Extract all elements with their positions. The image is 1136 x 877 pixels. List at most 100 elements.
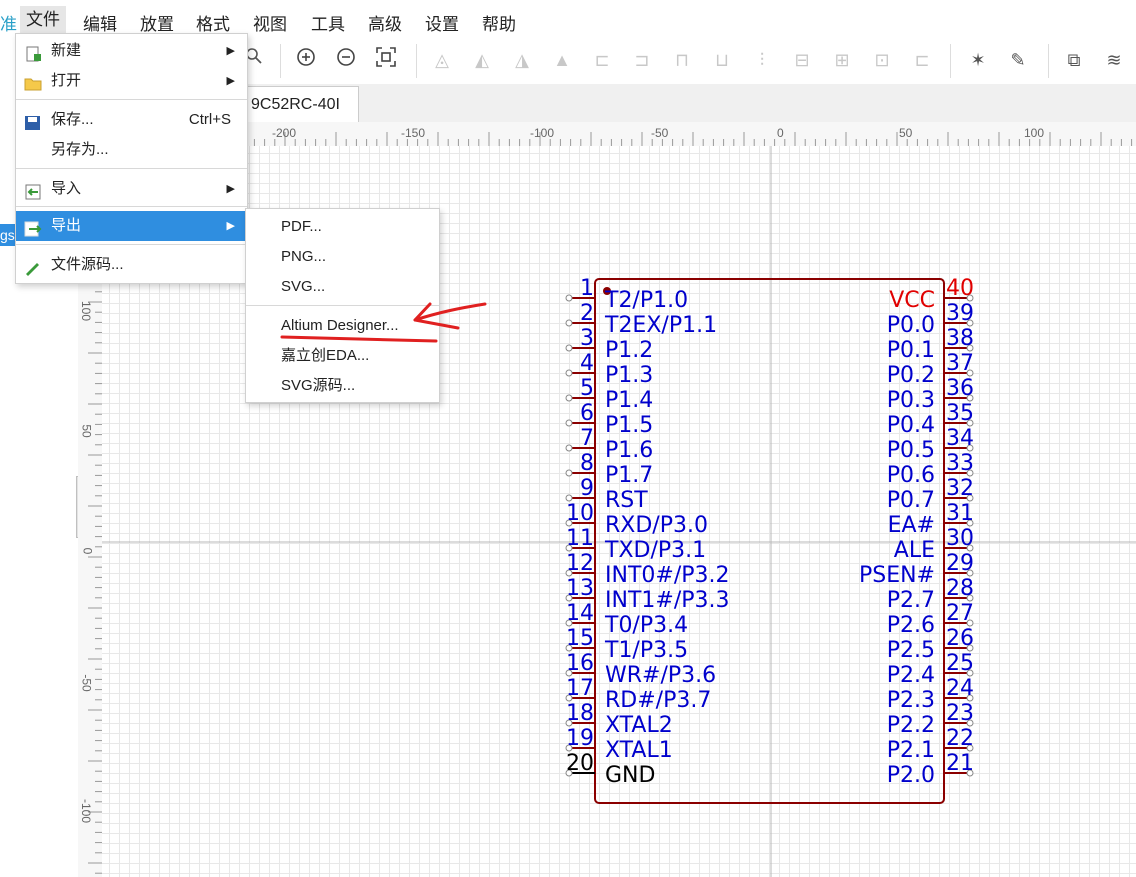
pin-number: 36 xyxy=(946,376,974,401)
pin-end xyxy=(565,319,573,327)
image-icon[interactable]: ⧉ xyxy=(1060,46,1088,74)
pin-name: WR#/P3.6 xyxy=(605,663,716,688)
pin-number: 35 xyxy=(946,401,974,426)
menu-item-open[interactable]: 打开 ▶ xyxy=(16,66,247,96)
pin-number: 16 xyxy=(566,651,594,676)
distribute-h-icon[interactable]: ⊞ xyxy=(828,46,856,74)
pin-number: 34 xyxy=(946,426,974,451)
pin-name: P0.4 xyxy=(887,413,935,438)
document-tab[interactable]: 9C52RC-40I xyxy=(246,86,359,122)
pin-number: 29 xyxy=(946,551,974,576)
pin-name: P1.4 xyxy=(605,388,653,413)
toolbar-separator xyxy=(1048,44,1049,78)
menu-settings[interactable]: 设置 xyxy=(425,10,459,35)
pin-name: P1.7 xyxy=(605,463,653,488)
pin-number: 10 xyxy=(566,501,594,526)
menu-format[interactable]: 格式 xyxy=(196,10,230,35)
menu-place[interactable]: 放置 xyxy=(140,10,174,35)
menu-item-import[interactable]: 导入 ▶ xyxy=(16,174,247,204)
menu-item-new[interactable]: 新建 ▶ xyxy=(16,36,247,66)
menu-item-export[interactable]: 导出 ▶ xyxy=(16,211,247,241)
zoom-in-icon[interactable] xyxy=(292,46,320,74)
submenu-arrow-icon: ▶ xyxy=(226,183,235,195)
menu-edit[interactable]: 编辑 xyxy=(83,10,117,35)
ruler-label: -50 xyxy=(79,674,94,692)
ruler-label: -150 xyxy=(401,126,426,140)
pin-tool-icon[interactable]: ✶ xyxy=(964,46,992,74)
menu-partial-item[interactable]: 准 xyxy=(0,10,17,35)
align-center-h-icon[interactable]: ⫶ xyxy=(748,46,776,74)
pin-name: INT1#/P3.3 xyxy=(605,588,729,613)
file-menu: 新建 ▶ 打开 ▶ 保存... Ctrl+S 另存为... 导入 ▶ 导出 ▶ 文件源码.… xyxy=(15,33,248,284)
pin-end xyxy=(565,294,573,302)
pin-name: P0.1 xyxy=(887,338,935,363)
menu-help[interactable]: 帮助 xyxy=(482,10,516,35)
new-file-icon xyxy=(24,43,42,62)
export-pdf[interactable]: PDF... xyxy=(246,212,439,242)
ruler-label: 0 xyxy=(80,547,95,555)
document-edit-icon[interactable]: ✎ xyxy=(1004,46,1032,74)
menu-file[interactable]: 文件 xyxy=(20,6,66,34)
menu-item-save-as[interactable]: 另存为... xyxy=(16,135,247,165)
ruler-label: 50 xyxy=(79,424,94,438)
import-icon xyxy=(24,181,42,200)
pin-name: T2/P1.0 xyxy=(604,288,688,313)
pin-name: T2EX/P1.1 xyxy=(604,313,717,338)
pin-number: 2 xyxy=(580,301,594,326)
pin-number: 5 xyxy=(580,376,594,401)
pin-name: P2.1 xyxy=(887,738,935,763)
flip-horizontal-icon[interactable]: ◮ xyxy=(508,46,536,74)
pin-number: 37 xyxy=(946,351,974,376)
pin-number: 13 xyxy=(566,576,594,601)
align-grid-icon[interactable]: ⊏ xyxy=(908,46,936,74)
pin-name: RD#/P3.7 xyxy=(605,688,711,713)
align-left-icon[interactable]: ⊏ xyxy=(588,46,616,74)
pin-name: T0/P3.4 xyxy=(604,613,688,638)
zoom-out-icon[interactable] xyxy=(332,46,360,74)
rotate-ccw-icon[interactable]: ◭ xyxy=(468,46,496,74)
align-top-icon[interactable]: ⊓ xyxy=(668,46,696,74)
pin-number: 3 xyxy=(580,326,594,351)
pin-number: 30 xyxy=(946,526,974,551)
ruler-label: 100 xyxy=(79,300,94,322)
pin-name: P1.2 xyxy=(605,338,653,363)
export-png[interactable]: PNG... xyxy=(246,242,439,272)
pin-name: P2.2 xyxy=(887,713,935,738)
pencil-icon xyxy=(24,257,42,276)
pin-number: 12 xyxy=(566,551,594,576)
align-right-icon[interactable]: ⊐ xyxy=(628,46,656,74)
export-svg-source[interactable]: SVG源码... xyxy=(246,371,439,401)
pin-name: RXD/P3.0 xyxy=(605,513,708,538)
ruler-label: -100 xyxy=(530,126,555,140)
align-center-v-icon[interactable]: ⊟ xyxy=(788,46,816,74)
pin-number: 14 xyxy=(566,601,594,626)
menu-separator xyxy=(16,168,247,169)
export-icon xyxy=(24,218,42,237)
menu-advanced[interactable]: 高级 xyxy=(368,10,402,35)
menu-view[interactable]: 视图 xyxy=(253,10,287,35)
menu-item-save[interactable]: 保存... Ctrl+S xyxy=(16,105,247,135)
pin-end xyxy=(565,369,573,377)
rotate-icon[interactable]: ◬ xyxy=(428,46,456,74)
menu-item-file-source[interactable]: 文件源码... xyxy=(16,250,247,280)
ruler-label: 0 xyxy=(777,126,784,140)
pin-name: P2.5 xyxy=(887,638,935,663)
pin-name: P0.2 xyxy=(887,363,935,388)
menu-tools[interactable]: 工具 xyxy=(311,10,345,35)
toolbar-separator xyxy=(950,44,951,78)
fit-view-icon[interactable] xyxy=(372,46,400,74)
pin-number: 11 xyxy=(566,526,594,551)
align-bottom-icon[interactable]: ⊔ xyxy=(708,46,736,74)
layers-icon[interactable]: ≋ xyxy=(1100,46,1128,74)
submenu-arrow-icon: ▶ xyxy=(226,75,235,87)
left-panel-selected-item[interactable]: gs xyxy=(0,224,16,246)
pin-end xyxy=(565,444,573,452)
distribute-v-icon[interactable]: ⊡ xyxy=(868,46,896,74)
pin-number: 33 xyxy=(946,451,974,476)
pin-name: P2.7 xyxy=(887,588,935,613)
pin-name: P2.6 xyxy=(887,613,935,638)
flip-vertical-icon[interactable]: ▲ xyxy=(548,46,576,74)
pin-number: 4 xyxy=(580,351,594,376)
pin-name: TXD/P3.1 xyxy=(604,538,706,563)
pin-number: 9 xyxy=(580,476,594,501)
